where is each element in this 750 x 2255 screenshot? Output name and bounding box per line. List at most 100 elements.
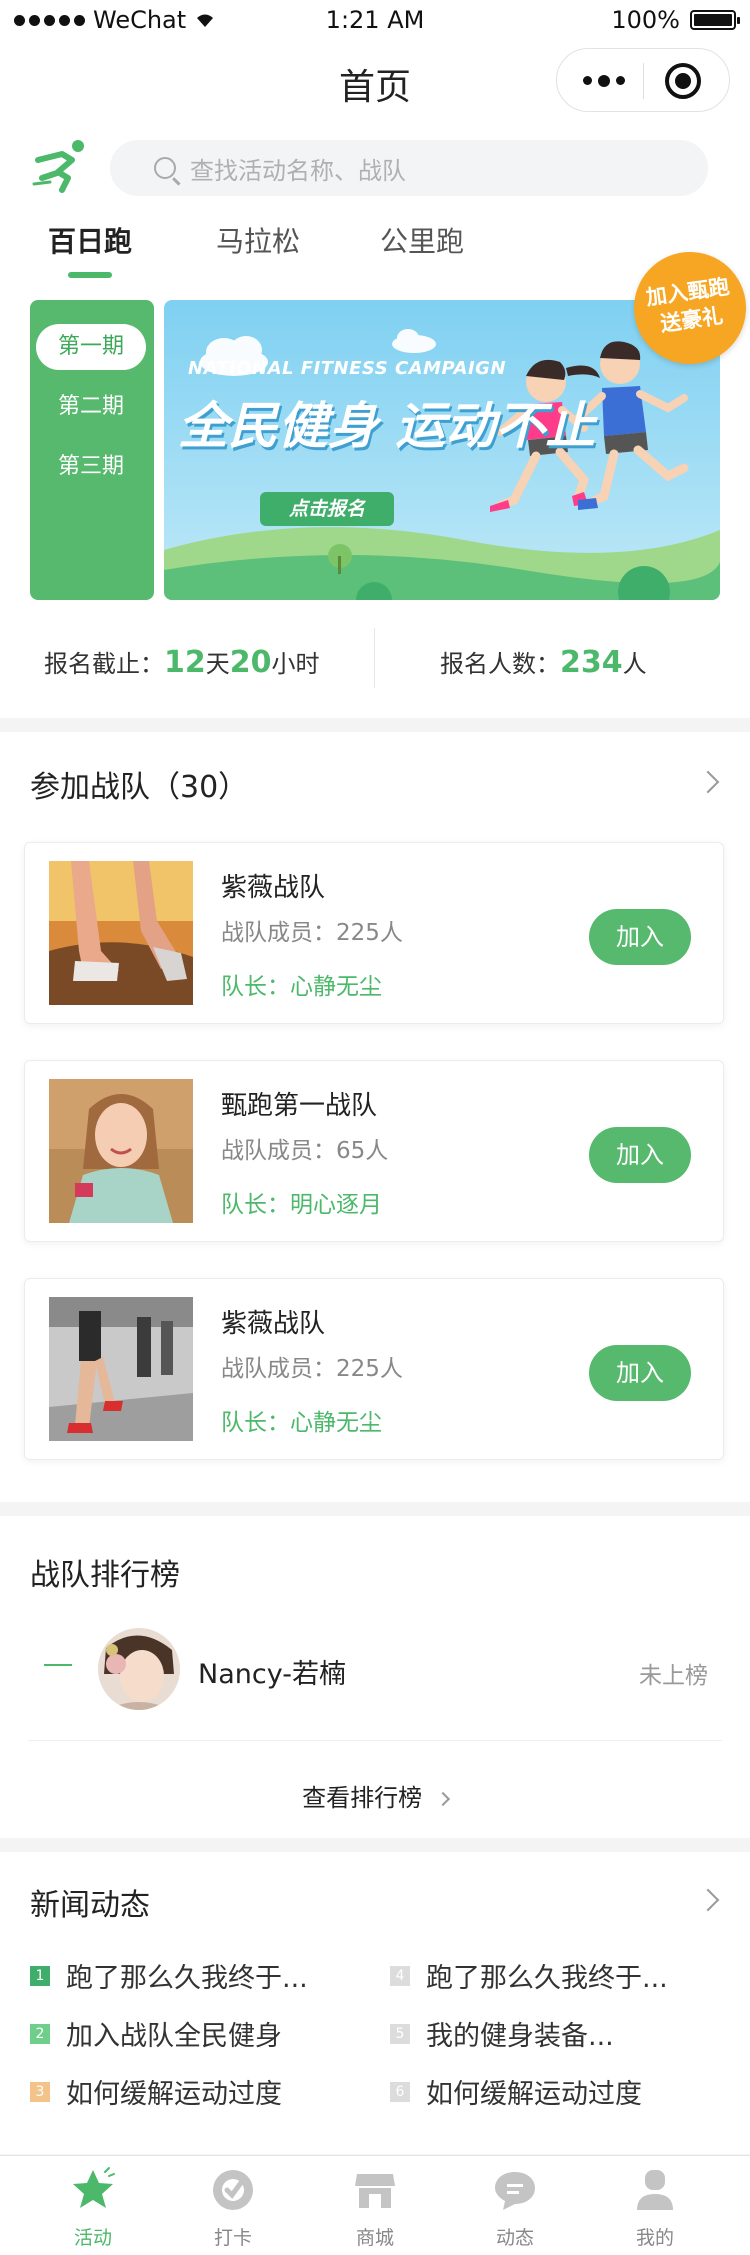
news-item[interactable]: 4 跑了那么久我终于...: [390, 1956, 668, 1995]
news-title-text: 我的健身装备...: [426, 2021, 614, 2052]
team-members: 战队成员：225人: [221, 920, 403, 946]
search-placeholder: 查找活动名称、战队: [190, 156, 406, 185]
period-3[interactable]: 第三期: [36, 444, 146, 490]
chevron-right-icon[interactable]: [696, 1888, 720, 1912]
join-team-button[interactable]: 加入: [589, 1345, 691, 1401]
team-members: 战队成员：225人: [221, 1356, 403, 1382]
close-target-icon[interactable]: [665, 63, 701, 99]
view-ranking-link[interactable]: 查看排行榜: [0, 1778, 750, 1813]
more-icon[interactable]: [583, 74, 625, 87]
deadline-label: 报名截止：: [44, 650, 164, 678]
news-rank-badge: 2: [30, 2023, 50, 2044]
banner-subtitle: NATIONAL FITNESS CAMPAIGN: [188, 358, 507, 379]
mini-program-capsule: [556, 48, 730, 112]
star-icon: [73, 2167, 115, 2208]
active-tab-indicator: [68, 272, 112, 278]
signup-count-stat: 报名人数：234人: [440, 644, 647, 680]
news-title-text: 跑了那么久我终于...: [66, 1963, 308, 1994]
count-unit: 人: [622, 650, 647, 678]
news-item[interactable]: 5 我的健身装备...: [390, 2014, 614, 2053]
tabbar-label: 动态: [495, 2227, 534, 2249]
tab-marathon[interactable]: 马拉松: [216, 220, 300, 260]
news-section: 新闻动态 1 跑了那么久我终于... 4 跑了那么久我终于... 2 加入战队全…: [0, 1852, 750, 2154]
news-rank-badge: 6: [390, 2081, 410, 2102]
news-rank-badge: 3: [30, 2081, 50, 2102]
signup-button[interactable]: 点击报名: [260, 492, 394, 526]
join-team-button[interactable]: 加入: [589, 1127, 691, 1183]
user-icon: [637, 2170, 673, 2210]
store-icon: [355, 2174, 395, 2208]
tab-bairipao[interactable]: 百日跑: [48, 220, 132, 260]
top-section: 查找活动名称、战队 百日跑 马拉松 公里跑 第一期 第二期 第三期 NATION…: [0, 128, 750, 718]
tabbar-label: 商城: [355, 2227, 394, 2249]
tabbar-checkin[interactable]: 打卡: [178, 2166, 288, 2250]
join-team-button[interactable]: 加入: [589, 909, 691, 965]
team-photo: [49, 1297, 193, 1441]
tabbar-feed[interactable]: 动态: [460, 2166, 570, 2250]
ranking-title: 战队排行榜: [30, 1558, 180, 1593]
news-title-text: 跑了那么久我终于...: [426, 1963, 668, 1994]
capsule-divider: [643, 63, 644, 99]
news-item[interactable]: 2 加入战队全民健身: [30, 2014, 282, 2053]
checkin-icon: [213, 2170, 253, 2210]
chevron-right-icon: [435, 1791, 450, 1807]
rank-status: 未上榜: [639, 1663, 708, 1689]
news-item[interactable]: 6 如何缓解运动过度: [390, 2072, 642, 2111]
team-members: 战队成员：65人: [221, 1138, 389, 1164]
deadline-days: 12: [164, 645, 206, 680]
team-name: 紫薇战队: [221, 873, 326, 903]
news-item[interactable]: 3 如何缓解运动过度: [30, 2072, 282, 2111]
nav-bar: 首页: [0, 40, 750, 128]
rank-position: [44, 1664, 72, 1666]
teams-section: 参加战队（30） 紫薇战队 战队成员：225人 队长：心静无尘 加入 甄跑第一战…: [0, 732, 750, 1502]
ranking-section: 战队排行榜 Nancy-若楠 未上榜 查看排行榜: [0, 1516, 750, 1838]
tabbar-store[interactable]: 商城: [320, 2166, 430, 2250]
page: WeChat 1:21 AM 100% 首页 查找活动名称、战队 百日跑 马拉松…: [0, 0, 750, 2255]
battery-icon: [690, 10, 740, 30]
search-input[interactable]: 查找活动名称、战队: [110, 140, 708, 196]
team-photo: [49, 1079, 193, 1223]
team-photo: [49, 861, 193, 1005]
team-captain: 队长：明心逐月: [221, 1192, 382, 1218]
bottom-tab-bar: 活动 打卡 商城 动态 我的: [0, 2155, 750, 2255]
team-card[interactable]: 甄跑第一战队 战队成员：65人 队长：明心逐月 加入: [24, 1060, 724, 1242]
deadline-stat: 报名截止：12天20小时: [44, 644, 320, 680]
period-selector: 第一期 第二期 第三期: [30, 300, 154, 600]
tabbar-label: 我的: [635, 2227, 674, 2249]
period-2[interactable]: 第二期: [36, 384, 146, 430]
period-1[interactable]: 第一期: [36, 324, 146, 370]
team-card[interactable]: 紫薇战队 战队成员：225人 队长：心静无尘 加入: [24, 1278, 724, 1460]
chevron-right-icon[interactable]: [696, 770, 720, 794]
avatar: [98, 1628, 180, 1710]
tabbar-profile[interactable]: 我的: [600, 2166, 710, 2250]
news-title-text: 加入战队全民健身: [66, 2021, 282, 2052]
rank-user-name: Nancy-若楠: [198, 1659, 346, 1690]
status-bar: WeChat 1:21 AM 100%: [0, 0, 750, 40]
tab-kilometer-run[interactable]: 公里跑: [380, 220, 464, 260]
search-icon: [154, 157, 176, 179]
team-captain: 队长：心静无尘: [221, 974, 382, 1000]
news-item[interactable]: 1 跑了那么久我终于...: [30, 1956, 308, 1995]
news-rank-badge: 5: [390, 2023, 410, 2044]
deadline-hours: 20: [229, 645, 272, 680]
news-rank-badge: 4: [390, 1965, 410, 1986]
news-title: 新闻动态: [30, 1888, 150, 1923]
view-ranking-label: 查看排行榜: [302, 1784, 423, 1812]
tabbar-activity[interactable]: 活动: [38, 2166, 148, 2250]
team-name: 紫薇战队: [221, 1309, 326, 1339]
tab-bar: 百日跑 马拉松 公里跑: [0, 220, 750, 280]
banner-title: 全民健身 运动不止: [178, 397, 596, 455]
divider: [28, 1740, 722, 1741]
battery-label: 100%: [611, 6, 680, 34]
days-unit: 天: [205, 650, 230, 678]
signup-count: 234: [560, 645, 623, 680]
campaign-banner[interactable]: NATIONAL FITNESS CAMPAIGN 全民健身 运动不止 点击报名: [164, 300, 720, 600]
team-card[interactable]: 紫薇战队 战队成员：225人 队长：心静无尘 加入: [24, 842, 724, 1024]
news-title-text: 如何缓解运动过度: [426, 2079, 642, 2110]
chat-icon: [495, 2172, 535, 2210]
team-captain: 队长：心静无尘: [221, 1410, 382, 1436]
hours-unit: 小时: [271, 650, 320, 678]
signup-stats: 报名截止：12天20小时 报名人数：234人: [0, 628, 750, 694]
teams-title: 参加战队（30）: [30, 770, 249, 805]
tabbar-label: 打卡: [213, 2227, 252, 2249]
